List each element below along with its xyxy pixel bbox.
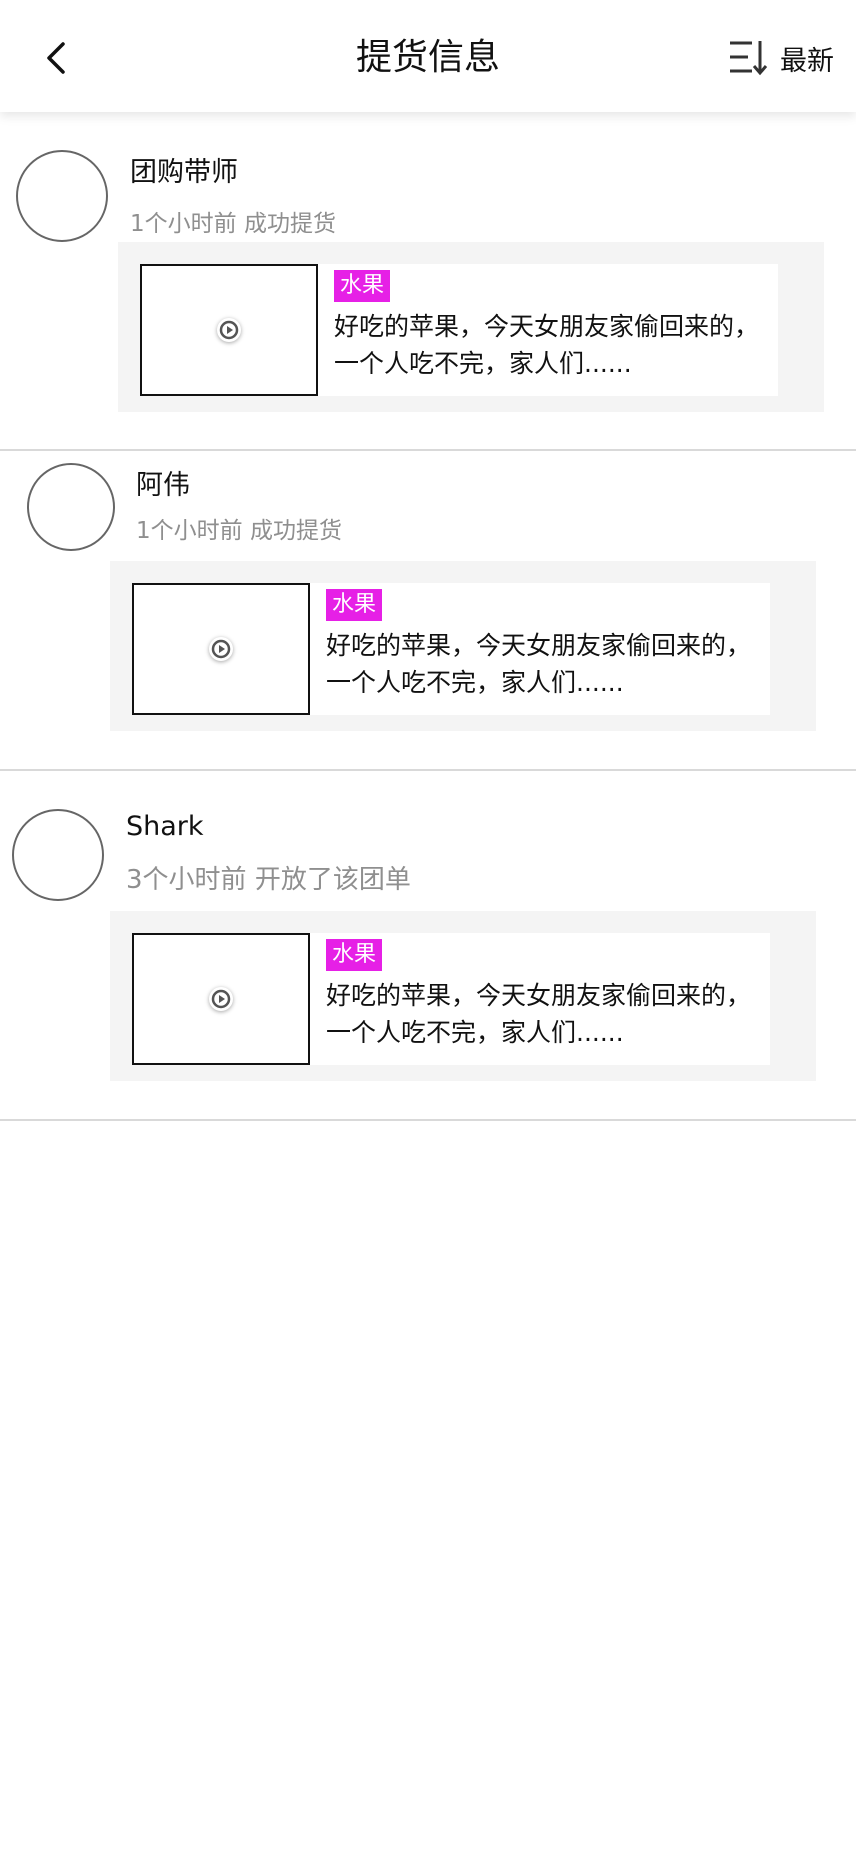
category-tag: 水果 bbox=[326, 939, 383, 971]
activity-action: 成功提货 bbox=[243, 211, 336, 237]
video-thumbnail[interactable] bbox=[132, 583, 310, 715]
feed-item: Shark 3个小时前 开放了该团单 水果 好吃的苹果，今天女朋友家偷回来的，一… bbox=[0, 771, 856, 1121]
activity-action: 成功提货 bbox=[249, 518, 342, 544]
video-thumbnail[interactable] bbox=[140, 264, 318, 396]
product-card[interactable]: 水果 好吃的苹果，今天女朋友家偷回来的，一个人吃不完，家人们...... bbox=[110, 911, 816, 1081]
avatar[interactable] bbox=[16, 150, 108, 242]
play-icon bbox=[217, 318, 241, 342]
activity-meta: 1个小时前 成功提货 bbox=[136, 511, 342, 545]
chevron-left-icon bbox=[47, 42, 65, 74]
product-description: 好吃的苹果，今天女朋友家偷回来的，一个人吃不完，家人们...... bbox=[326, 631, 752, 697]
activity-time: 3个小时前 bbox=[126, 865, 247, 895]
avatar[interactable] bbox=[27, 463, 115, 551]
divider bbox=[0, 1119, 856, 1121]
product-card-body: 水果 好吃的苹果，今天女朋友家偷回来的，一个人吃不完，家人们...... bbox=[132, 583, 770, 715]
product-description: 好吃的苹果，今天女朋友家偷回来的，一个人吃不完，家人们...... bbox=[334, 312, 760, 378]
category-tag: 水果 bbox=[326, 589, 383, 621]
activity-time: 1个小时前 bbox=[136, 518, 243, 544]
user-name: 阿伟 bbox=[136, 470, 190, 501]
sort-label: 最新 bbox=[780, 45, 834, 77]
back-button[interactable] bbox=[28, 30, 84, 86]
user-name: 团购带师 bbox=[130, 157, 238, 188]
feed-item: 团购带师 1个小时前 成功提货 水果 好吃的苹果，今天女朋友家偷回来的，一个人吃… bbox=[0, 112, 856, 451]
activity-action: 开放了该团单 bbox=[254, 865, 411, 895]
top-bar: 提货信息 最新 bbox=[0, 0, 856, 112]
product-card[interactable]: 水果 好吃的苹果，今天女朋友家偷回来的，一个人吃不完，家人们...... bbox=[110, 561, 816, 731]
feed-item: 阿伟 1个小时前 成功提货 水果 好吃的苹果，今天女朋友家偷回来的，一个人吃不完… bbox=[0, 451, 856, 771]
product-description: 好吃的苹果，今天女朋友家偷回来的，一个人吃不完，家人们...... bbox=[326, 981, 752, 1047]
user-name: Shark bbox=[126, 811, 204, 842]
play-icon bbox=[209, 987, 233, 1011]
video-thumbnail[interactable] bbox=[132, 933, 310, 1065]
sort-button[interactable]: 最新 bbox=[728, 34, 834, 82]
product-card-body: 水果 好吃的苹果，今天女朋友家偷回来的，一个人吃不完，家人们...... bbox=[140, 264, 778, 396]
activity-time: 1个小时前 bbox=[130, 211, 237, 237]
product-card[interactable]: 水果 好吃的苹果，今天女朋友家偷回来的，一个人吃不完，家人们...... bbox=[118, 242, 824, 412]
activity-meta: 1个小时前 成功提货 bbox=[130, 204, 336, 238]
avatar[interactable] bbox=[12, 809, 104, 901]
play-icon bbox=[209, 637, 233, 661]
activity-meta: 3个小时前 开放了该团单 bbox=[126, 859, 411, 896]
sort-descending-icon bbox=[730, 41, 768, 76]
category-tag: 水果 bbox=[334, 270, 391, 302]
product-card-body: 水果 好吃的苹果，今天女朋友家偷回来的，一个人吃不完，家人们...... bbox=[132, 933, 770, 1065]
